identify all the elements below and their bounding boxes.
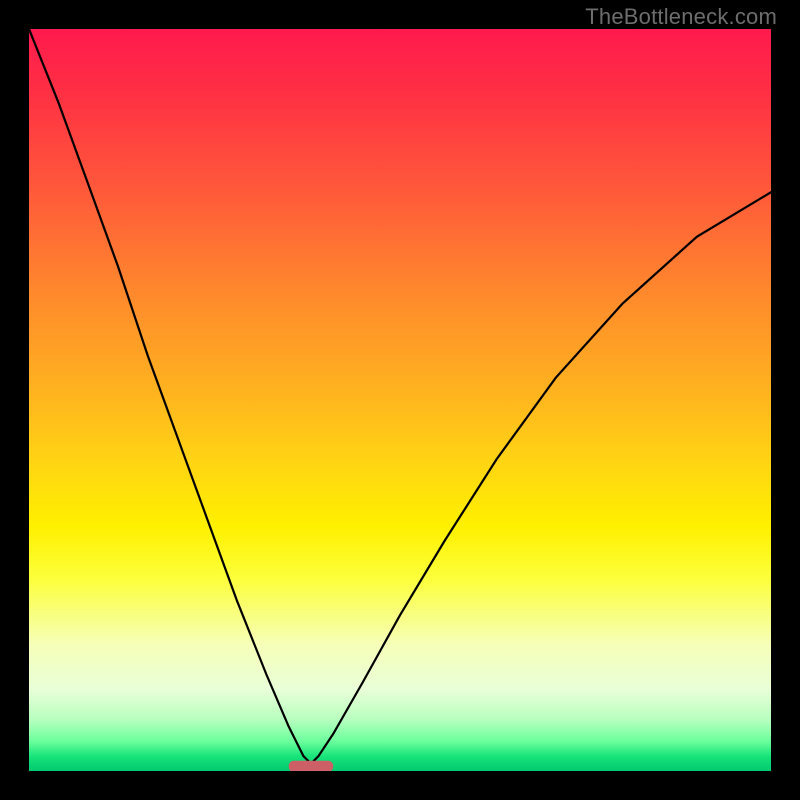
minimum-marker — [289, 761, 334, 771]
chart-frame: TheBottleneck.com — [0, 0, 800, 800]
bottleneck-curve — [29, 29, 771, 764]
chart-overlay — [29, 29, 771, 771]
watermark-text: TheBottleneck.com — [0, 4, 800, 30]
plot-area — [29, 29, 771, 771]
